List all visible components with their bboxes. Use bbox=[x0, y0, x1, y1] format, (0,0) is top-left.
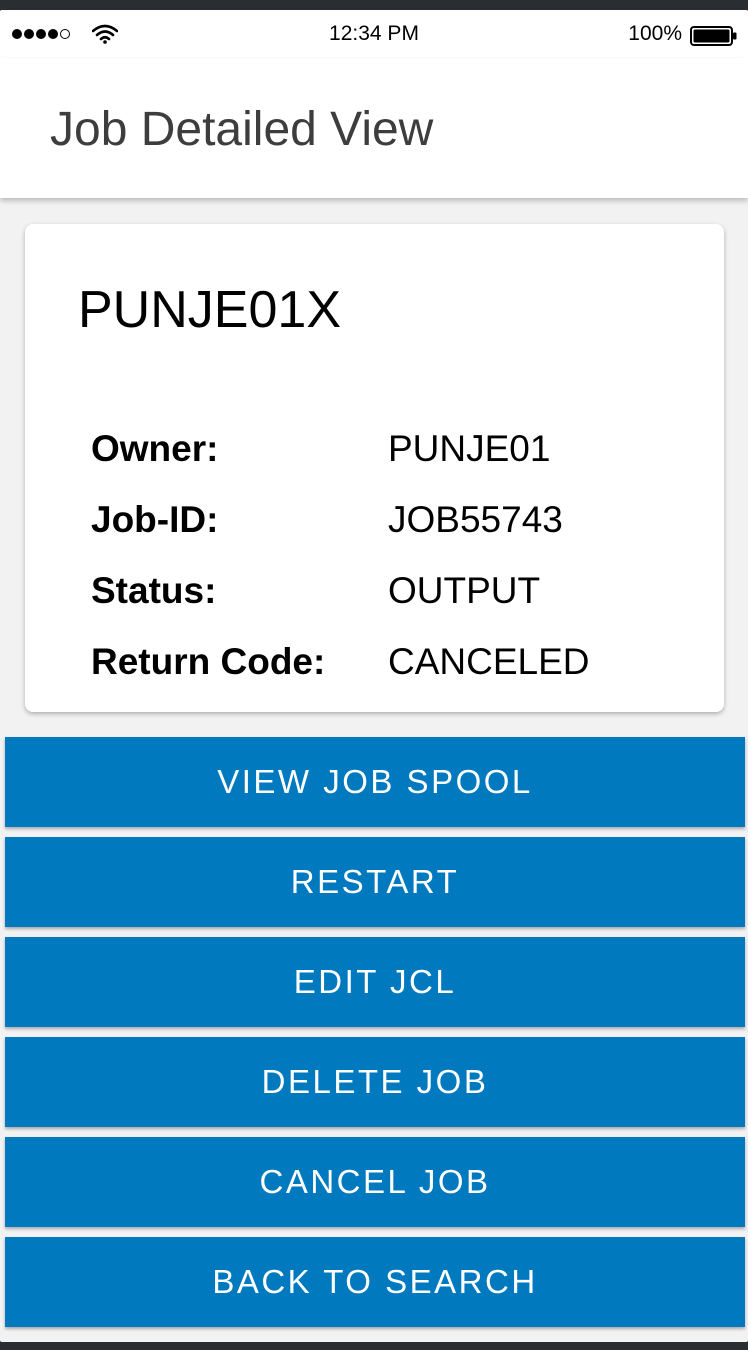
detail-row-job-id: Job-ID: JOB55743 bbox=[91, 499, 691, 540]
page-title: Job Detailed View bbox=[50, 103, 434, 156]
detail-row-return-code: Return Code: CANCELED bbox=[91, 641, 691, 682]
owner-label: Owner: bbox=[91, 428, 219, 469]
edit-jcl-button[interactable]: EDIT JCL bbox=[5, 937, 745, 1027]
return-code-value: CANCELED bbox=[388, 641, 590, 682]
back-to-search-button[interactable]: BACK TO SEARCH bbox=[5, 1237, 745, 1327]
cancel-job-button[interactable]: CANCEL JOB bbox=[5, 1137, 745, 1227]
delete-job-button[interactable]: DELETE JOB bbox=[5, 1037, 745, 1127]
job-detail-card: PUNJE01X Owner: PUNJE01 Job-ID: JOB55743… bbox=[25, 224, 724, 712]
detail-row-status: Status: OUTPUT bbox=[91, 570, 691, 611]
status-value: OUTPUT bbox=[388, 570, 541, 611]
job-id-value: JOB55743 bbox=[388, 499, 563, 540]
job-name: PUNJE01X bbox=[78, 281, 341, 339]
battery-percent: 100% bbox=[628, 22, 682, 45]
restart-button[interactable]: RESTART bbox=[5, 837, 745, 927]
app-header: Job Detailed View bbox=[0, 58, 748, 198]
owner-value: PUNJE01 bbox=[388, 428, 551, 469]
job-id-label: Job-ID: bbox=[91, 499, 219, 540]
return-code-label: Return Code: bbox=[91, 641, 326, 682]
status-label: Status: bbox=[91, 570, 217, 611]
view-job-spool-button[interactable]: VIEW JOB SPOOL bbox=[5, 737, 745, 827]
battery-icon bbox=[690, 26, 737, 46]
status-bar: 12:34 PM 100% bbox=[0, 10, 748, 58]
detail-row-owner: Owner: PUNJE01 bbox=[91, 428, 691, 469]
app-screen: 12:34 PM 100% Job Detailed View PUNJE01X… bbox=[0, 10, 748, 1342]
